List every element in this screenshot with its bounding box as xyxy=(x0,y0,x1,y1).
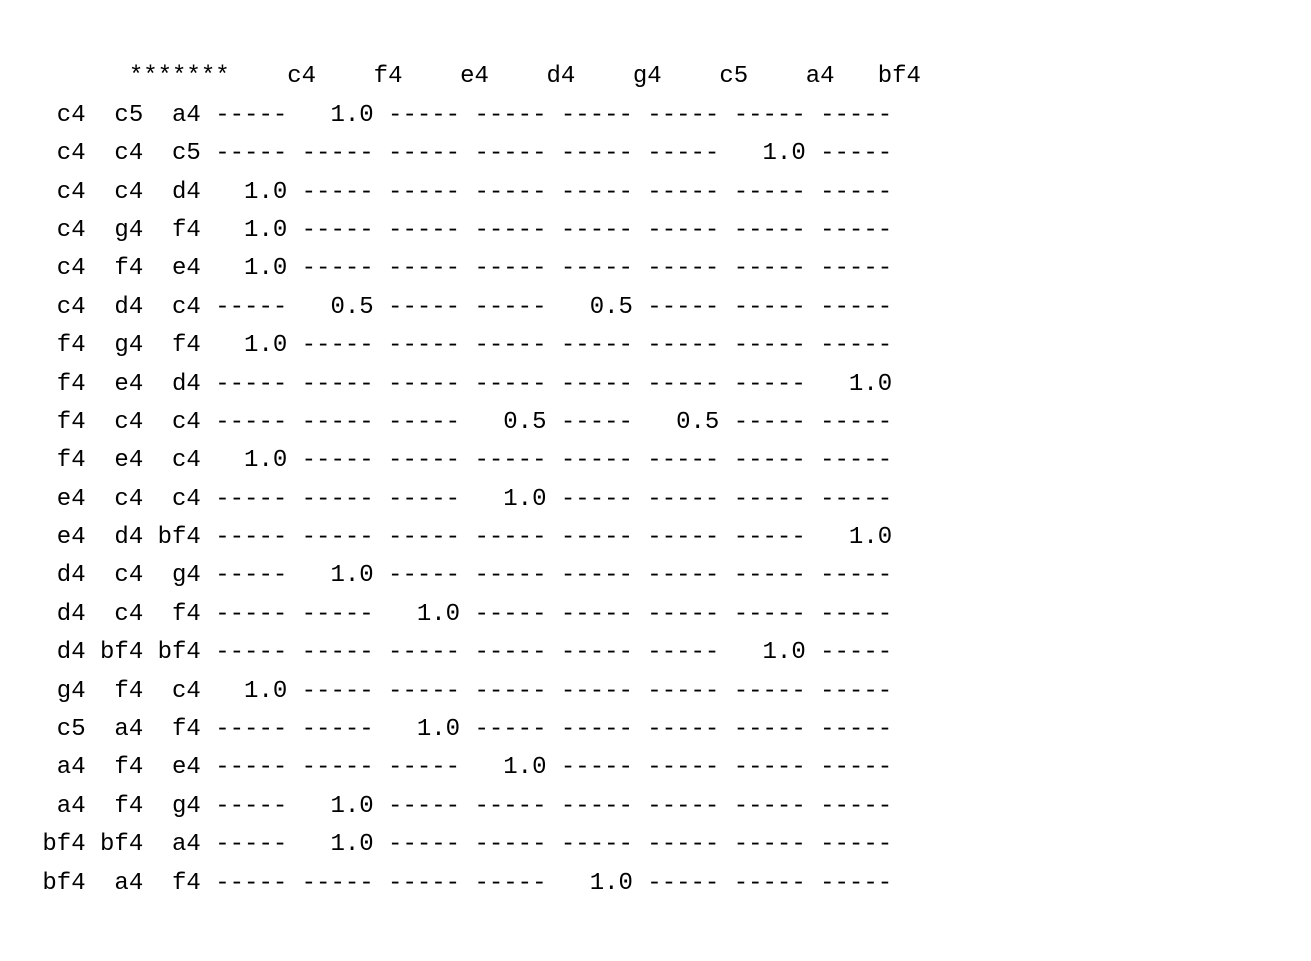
prob-table-text: ******* c4 f4 e4 d4 g4 c5 a4 bf4 c4 c5 a… xyxy=(28,63,921,896)
prob-table: ******* c4 f4 e4 d4 g4 c5 a4 bf4 c4 c5 a… xyxy=(0,0,1311,961)
